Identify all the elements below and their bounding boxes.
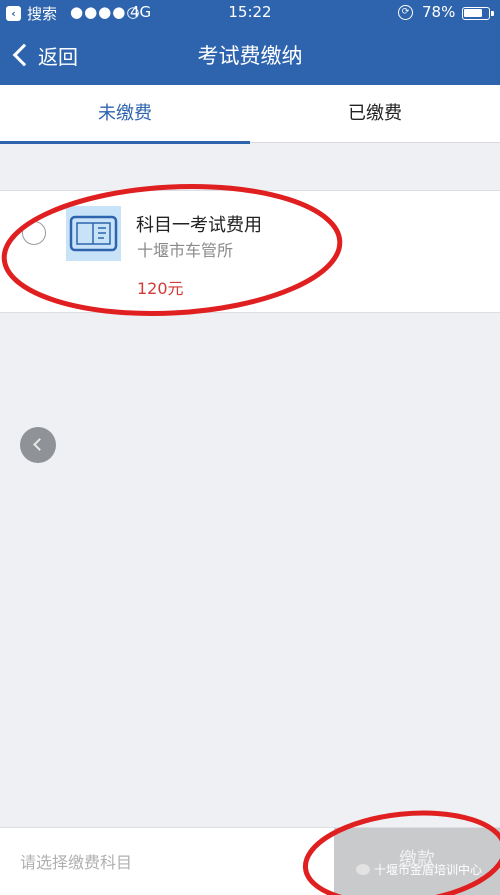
exam-card-icon (66, 206, 121, 261)
fee-list-item[interactable]: 科目一考试费用 十堰市车管所 120元 (0, 190, 500, 313)
select-radio[interactable] (22, 221, 46, 245)
status-bar: ‹ 搜索 ●●●●○ 4G 15:22 ⟳ 78% (0, 0, 500, 28)
battery-icon (462, 7, 494, 20)
rotation-lock-icon: ⟳ (398, 5, 413, 20)
selection-hint: 请选择缴费科目 (20, 853, 133, 872)
watermark: 十堰市金盾培训中心 (356, 861, 482, 878)
wechat-icon (356, 864, 370, 875)
tab-bar: 未缴费 已缴费 (0, 85, 500, 144)
chevron-left-icon (33, 438, 46, 451)
floating-back-button[interactable] (20, 427, 56, 463)
page-title: 考试费缴纳 (197, 44, 303, 68)
fee-office: 十堰市车管所 (137, 241, 234, 260)
battery-percent: 78% (422, 3, 456, 21)
tab-paid[interactable]: 已缴费 (250, 85, 500, 143)
fee-price: 120元 (137, 279, 184, 298)
header-bar: ‹ 搜索 ●●●●○ 4G 15:22 ⟳ 78% 返回 考试费缴纳 (0, 0, 500, 85)
fee-title: 科目一考试费用 (136, 215, 262, 236)
watermark-text: 十堰市金盾培训中心 (374, 863, 483, 877)
tab-unpaid[interactable]: 未缴费 (0, 85, 250, 144)
